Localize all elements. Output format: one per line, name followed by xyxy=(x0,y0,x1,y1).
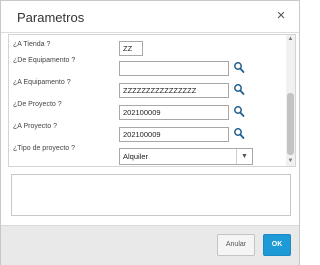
scroll-down-icon[interactable]: ▼ xyxy=(286,157,295,166)
param-label: ¿A Tienda ? xyxy=(13,41,51,48)
param-label: ¿De Equipamento ? xyxy=(13,57,76,64)
de-equipamento-input[interactable] xyxy=(119,61,229,76)
search-icon[interactable] xyxy=(233,61,245,75)
message-box xyxy=(11,174,291,216)
param-label: ¿De Proyecto ? xyxy=(13,101,62,108)
cancel-button[interactable]: Anular xyxy=(217,234,255,256)
select-value: Alquiler xyxy=(123,152,149,161)
a-proyecto-input[interactable]: 202100009 xyxy=(119,127,229,142)
param-row-a-equipamento: ¿A Equipamento ? ZZZZZZZZZZZZZZZZ xyxy=(9,79,289,101)
de-proyecto-input[interactable]: 202100009 xyxy=(119,105,229,120)
scroll-up-icon[interactable]: ▲ xyxy=(286,35,295,44)
a-equipamento-input[interactable]: ZZZZZZZZZZZZZZZZ xyxy=(119,83,229,98)
close-icon[interactable]: × xyxy=(273,7,289,25)
dialog-title: Parametros xyxy=(17,10,85,25)
scroll-thumb[interactable] xyxy=(287,93,294,155)
a-tienda-input[interactable]: ZZ xyxy=(119,41,143,56)
param-label: ¿Tipo de proyecto ? xyxy=(13,145,75,152)
ok-button[interactable]: OK xyxy=(263,234,291,256)
search-icon[interactable] xyxy=(233,105,245,119)
param-row-a-tienda: ¿A Tienda ? ZZ xyxy=(9,37,289,59)
param-row-de-proyecto: ¿De Proyecto ? 202100009 xyxy=(9,101,289,123)
tipo-proyecto-select[interactable]: Alquiler ▼ xyxy=(119,148,253,165)
dialog-titlebar: Parametros × xyxy=(1,1,299,33)
parameters-dialog: Parametros × ¿A Tienda ? ZZ ¿De Equipame… xyxy=(0,0,300,265)
param-row-a-proyecto: ¿A Proyecto ? 202100009 xyxy=(9,123,289,145)
param-label: ¿A Proyecto ? xyxy=(13,123,57,130)
param-row-de-equipamento: ¿De Equipamento ? xyxy=(9,57,289,79)
dialog-footer: Anular OK xyxy=(1,225,299,265)
chevron-down-icon[interactable]: ▼ xyxy=(236,149,252,164)
search-icon[interactable] xyxy=(233,83,245,97)
param-label: ¿A Equipamento ? xyxy=(13,79,71,86)
param-row-tipo-proyecto: ¿Tipo de proyecto ? Alquiler ▼ xyxy=(9,145,289,166)
search-icon[interactable] xyxy=(233,127,245,141)
parameters-panel: ¿A Tienda ? ZZ ¿De Equipamento ? ¿A Equi… xyxy=(8,34,296,167)
params-scrollbar[interactable]: ▲ ▼ xyxy=(286,35,295,166)
